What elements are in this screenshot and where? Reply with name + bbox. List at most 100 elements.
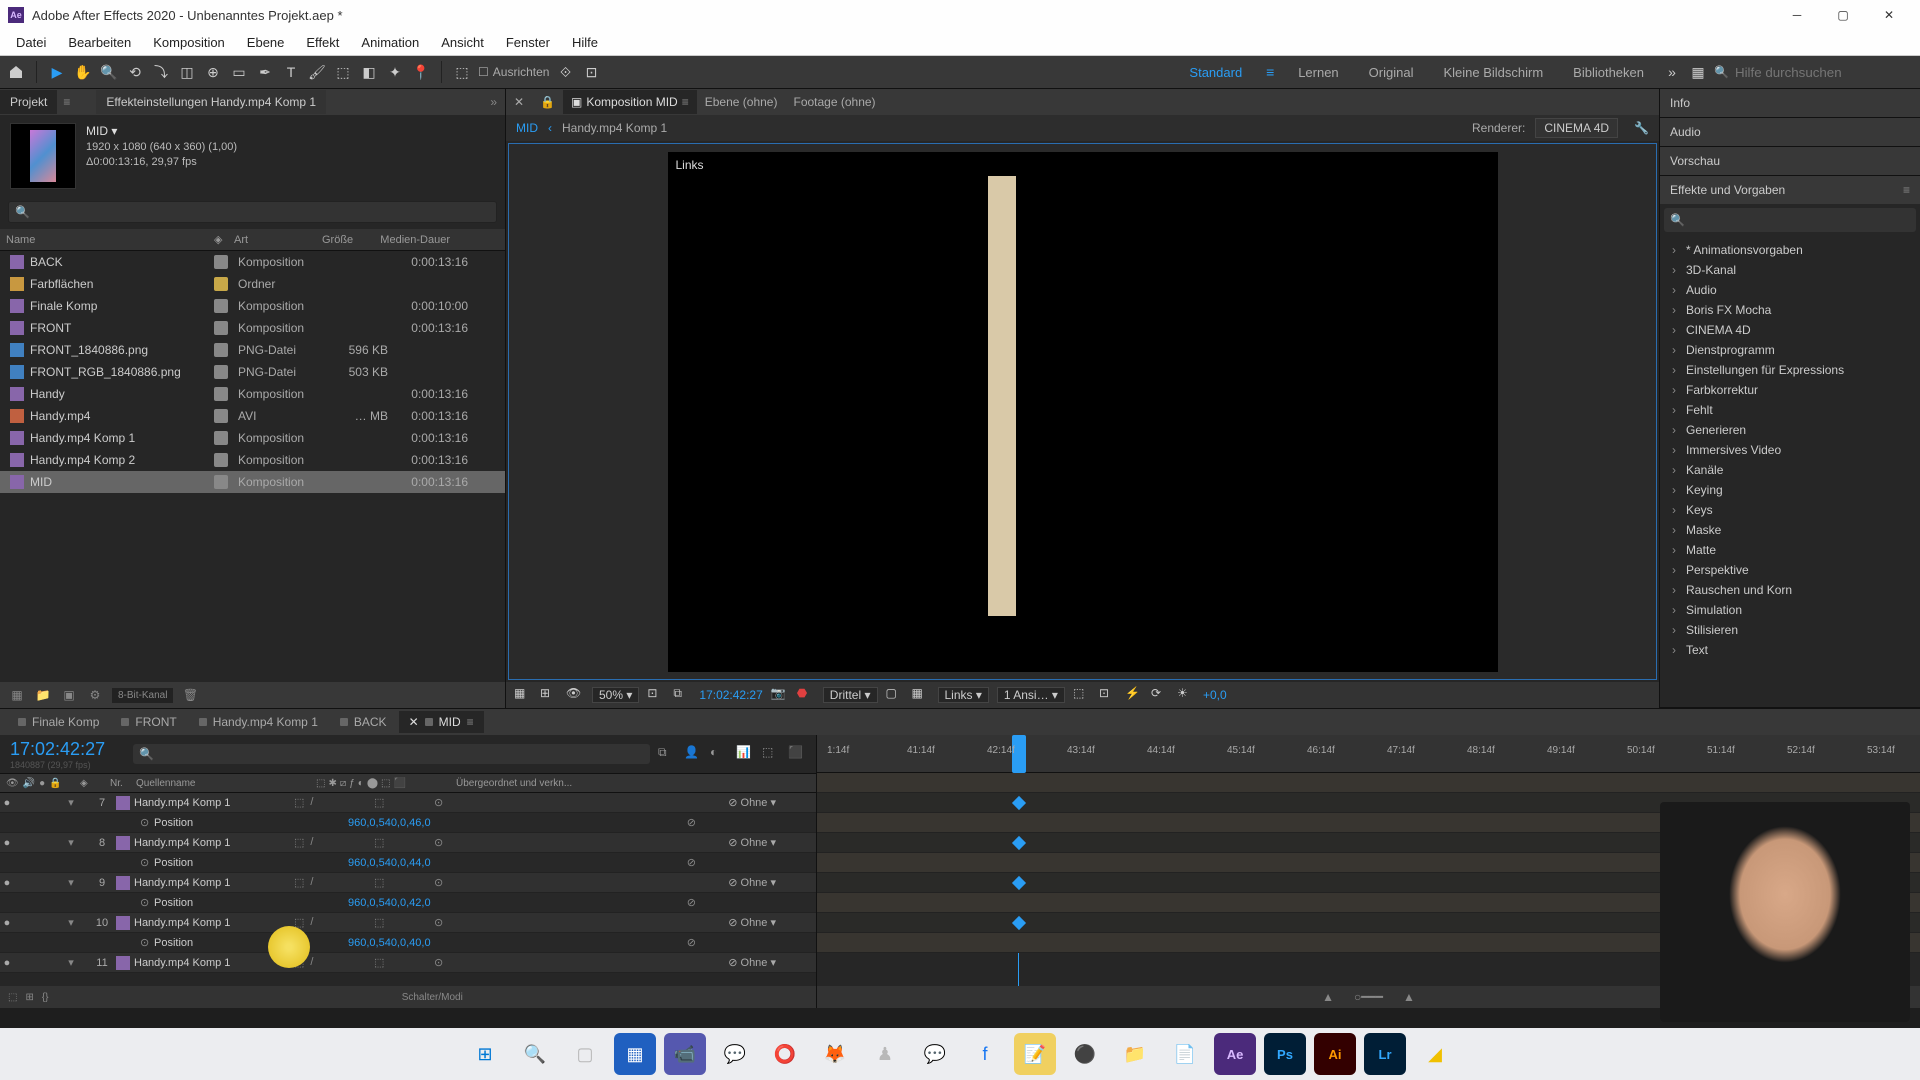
project-row[interactable]: Finale KompKomposition0:00:10:00 bbox=[0, 295, 505, 317]
start-button[interactable]: ⊞ bbox=[464, 1033, 506, 1075]
tab-projekt[interactable]: Projekt bbox=[0, 90, 57, 114]
orbit-tool-icon[interactable]: ⟲ bbox=[125, 62, 145, 82]
app-photoshop[interactable]: Ps bbox=[1264, 1033, 1306, 1075]
fast-preview-icon[interactable]: ⚡ bbox=[1125, 686, 1143, 704]
effects-category[interactable]: ›Fehlt bbox=[1668, 400, 1912, 420]
menu-hilfe[interactable]: Hilfe bbox=[562, 32, 608, 53]
tl-foot-icon2[interactable]: ⊞ bbox=[25, 992, 33, 1003]
tl-foot-icon1[interactable]: ⬚ bbox=[8, 992, 17, 1003]
tab-menu-icon[interactable]: ≡ bbox=[57, 95, 76, 109]
app-unknown1[interactable]: ♟ bbox=[864, 1033, 906, 1075]
draft-icon[interactable]: ⊡ bbox=[1099, 686, 1117, 704]
comp-tab-close-icon[interactable]: ✕ bbox=[506, 90, 532, 114]
effects-category[interactable]: ›Text bbox=[1668, 640, 1912, 660]
workspace-lernen[interactable]: Lernen bbox=[1286, 65, 1350, 80]
effects-category[interactable]: ›CINEMA 4D bbox=[1668, 320, 1912, 340]
timeline-track[interactable] bbox=[817, 773, 1920, 793]
app-aftereffects[interactable]: Ae bbox=[1214, 1033, 1256, 1075]
camera-tool-icon[interactable]: ◫ bbox=[177, 62, 197, 82]
tl-tab-mid[interactable]: ✕MID≡ bbox=[399, 711, 484, 733]
search-button[interactable]: 🔍 bbox=[514, 1033, 556, 1075]
project-row[interactable]: FRONTKomposition0:00:13:16 bbox=[0, 317, 505, 339]
composition-viewer[interactable]: Links bbox=[508, 143, 1657, 680]
panel-vorschau[interactable]: Vorschau bbox=[1660, 147, 1920, 175]
menu-bearbeiten[interactable]: Bearbeiten bbox=[58, 32, 141, 53]
col-label-icon[interactable]: ◈ bbox=[80, 778, 110, 789]
snap-opt2-icon[interactable]: ⊡ bbox=[581, 62, 601, 82]
workspace-standard[interactable]: Standard bbox=[1177, 65, 1254, 80]
project-row[interactable]: Handy.mp4 Komp 2Komposition0:00:13:16 bbox=[0, 449, 505, 471]
project-row[interactable]: FarbflächenOrdner bbox=[0, 273, 505, 295]
new-folder-icon[interactable]: 📁 bbox=[34, 686, 52, 704]
tab-effekteinstellungen[interactable]: Effekteinstellungen Handy.mp4 Komp 1 bbox=[96, 90, 326, 114]
workspace-original[interactable]: Original bbox=[1357, 65, 1426, 80]
help-search-input[interactable] bbox=[1735, 65, 1895, 80]
pen-tool-icon[interactable]: ✒ bbox=[255, 62, 275, 82]
app-opera[interactable]: ⭕ bbox=[764, 1033, 806, 1075]
adjust-icon[interactable]: ⚙ bbox=[86, 686, 104, 704]
col-parent[interactable]: Übergeordnet und verkn... bbox=[456, 778, 816, 789]
timeline-property[interactable]: ⊙Position960,0,540,0,42,0⊘ bbox=[0, 893, 816, 913]
puppet-tool-icon[interactable]: 📍 bbox=[411, 62, 431, 82]
roto-tool-icon[interactable]: ✦ bbox=[385, 62, 405, 82]
timeline-timecode[interactable]: 17:02:42:27 bbox=[10, 739, 105, 760]
effects-category[interactable]: ›3D-Kanal bbox=[1668, 260, 1912, 280]
tl-graph-icon[interactable]: 📊 bbox=[736, 745, 754, 763]
exposure-icon[interactable]: ☀ bbox=[1177, 686, 1195, 704]
project-row[interactable]: HandyKomposition0:00:13:16 bbox=[0, 383, 505, 405]
col-label-icon[interactable]: ◈ bbox=[208, 233, 228, 246]
tl-shy-icon[interactable]: 👤 bbox=[684, 745, 702, 763]
app-explorer[interactable]: 📁 bbox=[1114, 1033, 1156, 1075]
roi-icon[interactable]: ▢ bbox=[886, 686, 904, 704]
workspace-overflow-icon[interactable]: » bbox=[1662, 62, 1682, 82]
view-dropdown[interactable]: Links ▾ bbox=[938, 687, 989, 703]
eraser-tool-icon[interactable]: ◧ bbox=[359, 62, 379, 82]
panel-overflow-icon[interactable]: » bbox=[482, 95, 505, 109]
effects-category[interactable]: ›Rauschen und Korn bbox=[1668, 580, 1912, 600]
tl-foot-icon3[interactable]: {} bbox=[42, 992, 49, 1003]
effects-category[interactable]: ›Perspektive bbox=[1668, 560, 1912, 580]
app-whatsapp[interactable]: 💬 bbox=[714, 1033, 756, 1075]
breadcrumb-handy[interactable]: Handy.mp4 Komp 1 bbox=[562, 121, 667, 135]
col-size[interactable]: Größe bbox=[316, 234, 366, 246]
renderer-settings-icon[interactable]: 🔧 bbox=[1634, 121, 1649, 135]
minimize-button[interactable]: ─ bbox=[1774, 0, 1820, 30]
resolution-dropdown[interactable]: Drittel ▾ bbox=[823, 687, 878, 703]
timeline-icon[interactable]: ⟳ bbox=[1151, 686, 1169, 704]
comp-tab-lock-icon[interactable]: 🔒 bbox=[532, 90, 563, 114]
timeline-layer[interactable]: ●▾7Handy.mp4 Komp 1⬚/⬚⊙⊘ Ohne ▾ bbox=[0, 793, 816, 813]
project-row[interactable]: FRONT_1840886.pngPNG-Datei596 KB bbox=[0, 339, 505, 361]
col-dur[interactable]: Medien-Dauer bbox=[366, 234, 456, 246]
color-icon[interactable]: ⬣ bbox=[797, 686, 815, 704]
breadcrumb-back-icon[interactable]: ‹ bbox=[548, 121, 552, 135]
effects-category[interactable]: ›Generieren bbox=[1668, 420, 1912, 440]
app-facebook[interactable]: f bbox=[964, 1033, 1006, 1075]
menu-effekt[interactable]: Effekt bbox=[296, 32, 349, 53]
tl-tab-front[interactable]: FRONT bbox=[111, 711, 186, 733]
menu-ansicht[interactable]: Ansicht bbox=[431, 32, 494, 53]
project-row[interactable]: Handy.mp4 Komp 1Komposition0:00:13:16 bbox=[0, 427, 505, 449]
col-nr[interactable]: Nr. bbox=[110, 778, 136, 789]
exposure-value[interactable]: +0,0 bbox=[1203, 688, 1227, 702]
effects-category[interactable]: ›Keying bbox=[1668, 480, 1912, 500]
app-widgets[interactable]: ▦ bbox=[614, 1033, 656, 1075]
tl-blend-icon[interactable]: ⬚ bbox=[762, 745, 780, 763]
project-row[interactable]: MIDKomposition0:00:13:16 bbox=[0, 471, 505, 493]
panel-effekte[interactable]: Effekte und Vorgaben≡ bbox=[1660, 176, 1920, 204]
col-lock-icon[interactable]: 🔒 bbox=[49, 778, 61, 789]
zoom-in-icon[interactable]: ▲ bbox=[1403, 990, 1415, 1004]
tl-comp-icon[interactable]: ⧉ bbox=[658, 745, 676, 763]
effects-category[interactable]: ›Simulation bbox=[1668, 600, 1912, 620]
col-art[interactable]: Art bbox=[228, 234, 316, 246]
zoom-slider[interactable]: ○━━━ bbox=[1354, 990, 1383, 1004]
interpret-icon[interactable]: ▦ bbox=[8, 686, 26, 704]
app-notes[interactable]: 📝 bbox=[1014, 1033, 1056, 1075]
tab-ebene[interactable]: Ebene (ohne) bbox=[697, 90, 786, 114]
tl-tab-finale[interactable]: Finale Komp bbox=[8, 711, 109, 733]
project-row[interactable]: Handy.mp4AVI… MB0:00:13:16 bbox=[0, 405, 505, 427]
timeline-layer[interactable]: ●▾10Handy.mp4 Komp 1⬚/⬚⊙⊘ Ohne ▾ bbox=[0, 913, 816, 933]
task-view-button[interactable]: ▢ bbox=[564, 1033, 606, 1075]
schalter-modi[interactable]: Schalter/Modi bbox=[57, 992, 808, 1003]
col-eye-icon[interactable]: 👁 bbox=[6, 778, 19, 789]
app-notepad[interactable]: 📄 bbox=[1164, 1033, 1206, 1075]
